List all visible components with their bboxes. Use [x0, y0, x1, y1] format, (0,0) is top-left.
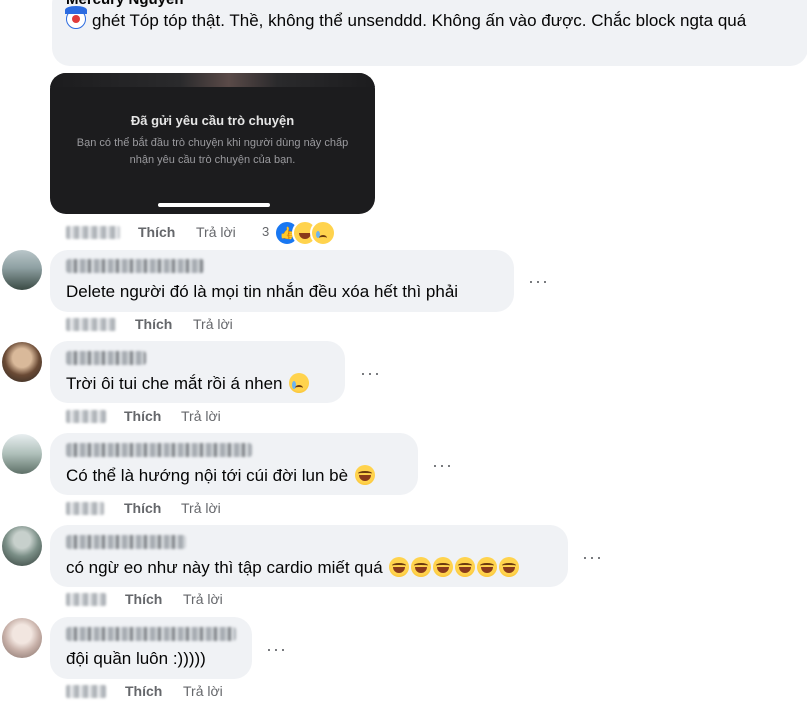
- more-options-icon[interactable]: ···: [360, 364, 381, 382]
- comment-text: Trời ôi tui che mắt rồi á nhen: [66, 373, 310, 394]
- like-button[interactable]: Thích: [125, 591, 162, 607]
- avatar[interactable]: [2, 342, 42, 382]
- attachment-title: Đã gửi yêu cầu trò chuyện: [130, 113, 295, 128]
- laughing-emoji-icon: [499, 557, 520, 577]
- comment-timestamp-blurred[interactable]: [66, 685, 106, 698]
- comment-text: ghét Tóp tóp thật. Thề, không thể unsend…: [65, 6, 796, 33]
- comment-author-blurred[interactable]: [66, 259, 204, 273]
- reply-button[interactable]: Trả lời: [181, 408, 221, 424]
- comment-author-blurred[interactable]: [66, 443, 252, 457]
- comment-text: đội quần luôn :))))): [66, 649, 206, 668]
- comment-timestamp-blurred[interactable]: [66, 410, 106, 423]
- reply-button[interactable]: Trả lời: [196, 224, 236, 240]
- comment-timestamp-blurred[interactable]: [66, 502, 104, 515]
- avatar[interactable]: [2, 434, 42, 474]
- comment-author-blurred[interactable]: [66, 535, 186, 549]
- more-options-icon[interactable]: ···: [582, 548, 603, 566]
- like-button[interactable]: Thích: [124, 408, 161, 424]
- laughing-emoji-icon: [477, 557, 498, 577]
- reply-button[interactable]: Trả lời: [183, 683, 223, 699]
- like-button[interactable]: Thích: [125, 683, 162, 699]
- avatar[interactable]: [2, 250, 42, 290]
- like-button[interactable]: Thích: [138, 224, 175, 240]
- more-options-icon[interactable]: ···: [528, 272, 549, 290]
- laughing-emoji-icon: [354, 465, 375, 485]
- laughing-emoji-icon: [411, 557, 432, 577]
- comment-timestamp-blurred[interactable]: [66, 318, 116, 331]
- reply-button[interactable]: Trả lời: [181, 500, 221, 516]
- comment-image-attachment[interactable]: Đã gửi yêu cầu trò chuyện Bạn có thể bắt…: [50, 73, 375, 214]
- comment-text: có ngừ eo như này thì tập cardio miết qu…: [66, 557, 520, 578]
- avatar[interactable]: [2, 526, 42, 566]
- reply-button[interactable]: Trả lời: [183, 591, 223, 607]
- more-options-icon[interactable]: ···: [266, 640, 287, 658]
- comment-timestamp-blurred[interactable]: [66, 593, 106, 606]
- like-button[interactable]: Thích: [135, 316, 172, 332]
- like-button[interactable]: Thích: [124, 500, 161, 516]
- avatar[interactable]: [2, 618, 42, 658]
- attachment-body: Bạn có thể bắt đầu trò chuyện khi người …: [76, 137, 349, 166]
- comment-text: Có thể là hướng nội tới cúi đời lun bè: [66, 465, 375, 486]
- sad-reaction-icon: [310, 220, 336, 246]
- home-indicator: [158, 203, 270, 207]
- more-options-icon[interactable]: ···: [432, 456, 453, 474]
- reply-button[interactable]: Trả lời: [193, 316, 233, 332]
- comment-author-blurred[interactable]: [66, 351, 146, 365]
- crying-emoji-icon: [289, 373, 310, 393]
- laughing-emoji-icon: [433, 557, 454, 577]
- reaction-count: 3: [262, 224, 270, 239]
- laughing-emoji-icon: [389, 557, 410, 577]
- comment-timestamp-blurred[interactable]: [66, 226, 120, 239]
- laughing-emoji-icon: [455, 557, 476, 577]
- clown-emoji-icon: [65, 6, 87, 29]
- image-top-strip: [50, 73, 375, 87]
- comment-text: Delete người đó là mọi tin nhắn đều xóa …: [66, 282, 459, 301]
- comment-author-blurred[interactable]: [66, 627, 236, 641]
